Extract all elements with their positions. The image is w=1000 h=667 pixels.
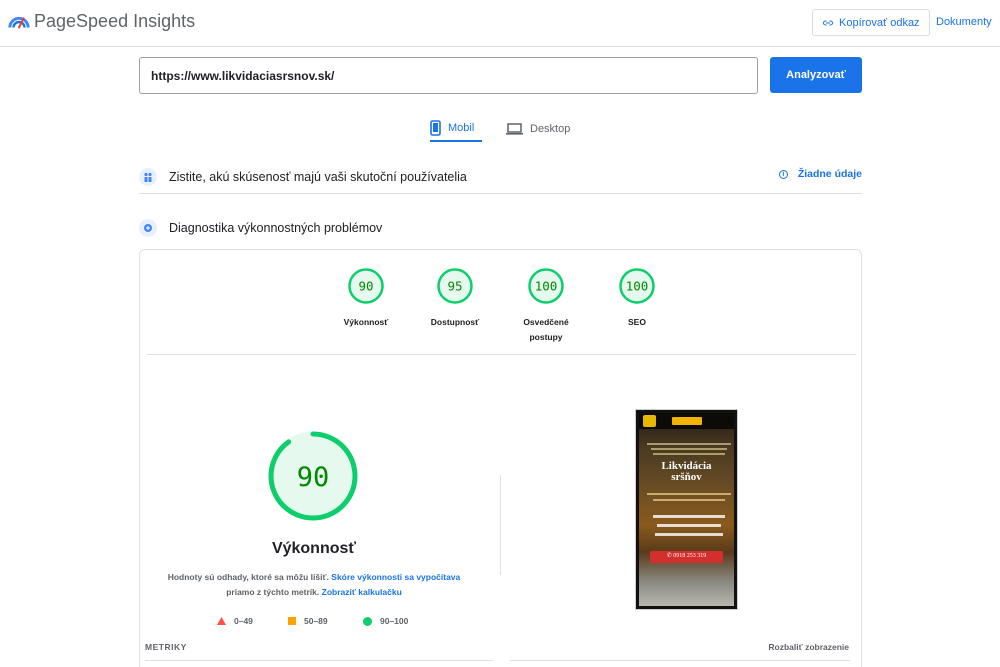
screenshot-image: Likvidácia sršňov ✆ 0918 253 319 <box>639 413 734 606</box>
divider <box>147 354 856 355</box>
field-data-section: Zistite, akú skúsenosť majú vaši skutočn… <box>139 160 862 194</box>
svg-text:100: 100 <box>626 279 649 294</box>
legend-pass: 90–100 <box>363 616 408 626</box>
field-data-title: Zistite, akú skúsenosť majú vaši skutočn… <box>169 169 467 184</box>
tab-mobile[interactable]: Mobil <box>430 115 482 142</box>
diagnostics-title: Diagnostika výkonnostných problémov <box>169 221 383 235</box>
site-heading: Likvidácia sršňov <box>661 460 712 483</box>
tab-desktop-label: Desktop <box>530 122 571 135</box>
performance-note: Hodnoty sú odhady, ktoré sa môžu líšiť. … <box>140 570 488 600</box>
gauge-ring: 100 <box>619 268 655 304</box>
score-gauge-performance[interactable]: 90 Výkonnosť <box>326 267 406 330</box>
score-calculation-link[interactable]: Skóre výkonnosti sa vypočítava <box>331 572 460 582</box>
performance-gauge: 90 <box>268 431 358 521</box>
info-icon: i <box>778 169 788 179</box>
score-gauge-accessibility[interactable]: 95 Dostupnosť <box>415 267 495 330</box>
site-phone-button: ✆ 0918 253 319 <box>650 551 723 563</box>
score-gauge-seo[interactable]: 100 SEO <box>597 267 677 330</box>
no-data-link[interactable]: i Žiadne údaje <box>778 168 862 180</box>
page-screenshot-preview: Likvidácia sršňov ✆ 0918 253 319 <box>635 409 738 610</box>
tab-desktop[interactable]: Desktop <box>506 115 581 142</box>
score-label: Výkonnosť <box>343 317 389 327</box>
calculator-link[interactable]: Zobraziť kalkulačku <box>322 587 402 597</box>
gauge-ring: 95 <box>437 268 473 304</box>
link-icon <box>823 20 833 25</box>
tab-mobile-label: Mobil <box>448 121 475 134</box>
docs-link[interactable]: Dokumenty <box>936 16 992 28</box>
site-header-button <box>672 417 702 425</box>
site-logo <box>643 415 656 427</box>
copy-link-button[interactable]: Kopírovať odkaz <box>812 9 930 36</box>
score-label: Osvedčené postupy <box>523 317 569 342</box>
note-text: Hodnoty sú odhady, ktoré sa môžu líšiť. <box>167 572 329 582</box>
expand-view-toggle[interactable]: Rozbaliť zobrazenie <box>768 642 849 652</box>
analyze-button[interactable]: Analyzovať <box>770 57 862 93</box>
diagnostics-icon <box>139 219 157 237</box>
legend-average: 50–89 <box>288 616 328 626</box>
svg-text:95: 95 <box>447 279 462 294</box>
svg-text:100: 100 <box>535 279 558 294</box>
diagnostics-section: Diagnostika výkonnostných problémov <box>139 216 862 240</box>
score-gauge-best-practices[interactable]: 100 Osvedčené postupy <box>506 267 586 345</box>
performance-title: Výkonnosť <box>271 540 357 557</box>
report-card: 90 Výkonnosť 95 Dostupnosť 100 Osvedčené… <box>139 249 862 667</box>
gauge-ring: 90 <box>348 268 384 304</box>
metrics-heading: METRIKY <box>145 642 187 652</box>
url-input[interactable] <box>139 57 758 94</box>
note-text-2: priamo z týchto metrík. <box>226 587 320 597</box>
brand-title: PageSpeed Insights <box>34 11 196 31</box>
pagespeed-logo-icon <box>8 16 30 29</box>
svg-text:90: 90 <box>358 279 373 294</box>
copy-link-label: Kopírovať odkaz <box>839 16 920 29</box>
score-label: Dostupnosť <box>430 317 480 327</box>
legend-fail: 0–49 <box>217 616 253 626</box>
triangle-icon <box>217 617 226 625</box>
users-icon <box>139 167 157 186</box>
smartphone-icon <box>430 119 441 136</box>
score-label: SEO <box>628 317 646 327</box>
vertical-divider <box>500 475 501 575</box>
laptop-icon <box>506 122 523 135</box>
square-icon <box>288 617 296 625</box>
performance-score-value: 90 <box>297 462 330 493</box>
top-bar: PageSpeed Insights Kopírovať odkaz Dokum… <box>0 0 1000 47</box>
gauge-ring: 100 <box>528 268 564 304</box>
circle-icon <box>363 616 372 626</box>
no-data-label: Žiadne údaje <box>797 168 862 180</box>
